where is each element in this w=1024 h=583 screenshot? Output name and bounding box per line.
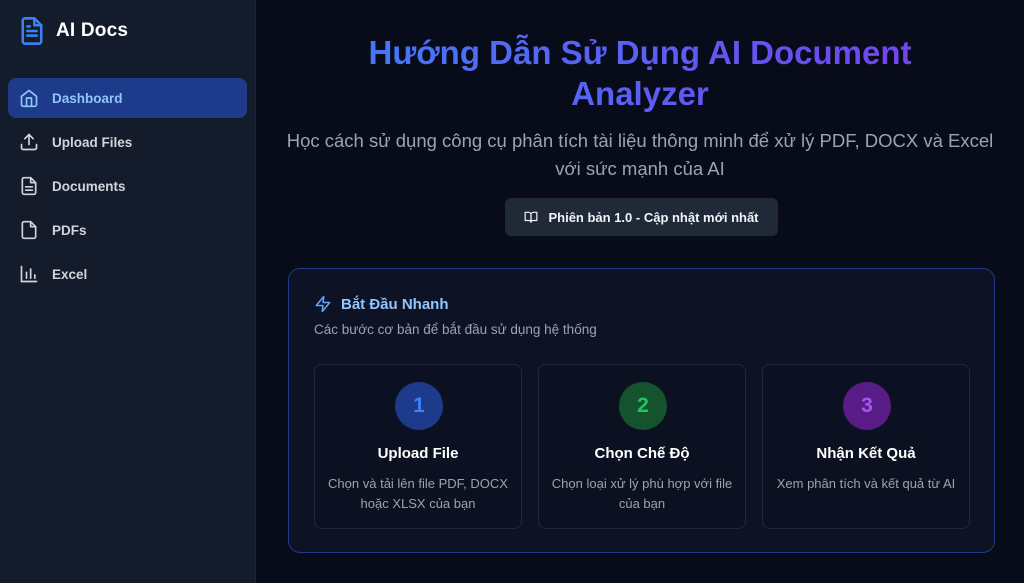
sidebar: AI Docs Dashboard Upload Files Documents	[0, 0, 256, 583]
sidebar-item-label: Upload Files	[52, 134, 133, 150]
step-title: Chọn Chế Độ	[594, 445, 690, 462]
step-card-upload: 1 Upload File Chọn và tải lên file PDF, …	[314, 364, 522, 529]
step-card-mode: 2 Chọn Chế Độ Chọn loại xử lý phù hợp vớ…	[538, 364, 746, 529]
version-badge: Phiên bản 1.0 - Cập nhật mới nhất	[505, 198, 778, 236]
sidebar-item-pdfs[interactable]: PDFs	[8, 210, 247, 250]
step-title: Upload File	[377, 445, 459, 462]
sidebar-item-label: PDFs	[52, 222, 87, 238]
sidebar-item-upload-files[interactable]: Upload Files	[8, 122, 247, 162]
quickstart-title: Bắt Đầu Nhanh	[341, 295, 449, 313]
page-subtitle: Học cách sử dụng công cụ phân tích tài l…	[286, 130, 994, 179]
step-card-result: 3 Nhận Kết Quả Xem phân tích và kết quả …	[762, 364, 970, 529]
step-title: Nhận Kết Quả	[816, 445, 916, 462]
sidebar-item-dashboard[interactable]: Dashboard	[8, 78, 247, 118]
sidebar-item-label: Documents	[52, 178, 126, 194]
sidebar-item-label: Dashboard	[52, 90, 123, 106]
sidebar-item-documents[interactable]: Documents	[8, 166, 247, 206]
app-root: AI Docs Dashboard Upload Files Documents	[0, 0, 1024, 583]
step-description: Chọn và tải lên file PDF, DOCX hoặc XLSX…	[328, 476, 508, 511]
file-icon	[18, 219, 40, 241]
book-icon	[525, 211, 538, 223]
sidebar-nav: Dashboard Upload Files Documents PDFs Ex…	[8, 78, 247, 294]
sidebar-item-excel[interactable]: Excel	[8, 254, 247, 294]
brand-title: AI Docs	[56, 20, 129, 41]
main-content: Hướng Dẫn Sử Dụng AI Document Analyzer H…	[256, 0, 1024, 583]
document-lines-icon	[18, 175, 40, 197]
bar-chart-icon	[18, 263, 40, 285]
home-icon	[18, 87, 40, 109]
step-number-badge: 2	[619, 382, 667, 430]
upload-icon	[18, 131, 40, 153]
sidebar-item-label: Excel	[52, 266, 88, 282]
step-number-badge: 3	[843, 382, 891, 430]
step-description: Chọn loại xử lý phù hợp với file của bạn	[551, 476, 733, 511]
version-badge-label: Phiên bản 1.0 - Cập nhật mới nhất	[548, 209, 759, 225]
document-icon	[21, 17, 43, 45]
quickstart-description: Các bước cơ bản để bắt đầu sử dụng hệ th…	[314, 322, 597, 337]
page-title: Hướng Dẫn Sử Dụng AI Document Analyzer	[256, 32, 1024, 114]
step-number-badge: 1	[395, 382, 443, 430]
lightning-icon	[315, 295, 331, 313]
brand[interactable]: AI Docs	[8, 0, 247, 62]
steps-list: 1 Upload File Chọn và tải lên file PDF, …	[314, 364, 970, 529]
step-description: Xem phân tích và kết quả từ AI	[776, 476, 956, 491]
quickstart-header: Bắt Đầu Nhanh	[314, 294, 449, 314]
quickstart-card: Bắt Đầu Nhanh Các bước cơ bản để bắt đầu…	[288, 268, 995, 553]
